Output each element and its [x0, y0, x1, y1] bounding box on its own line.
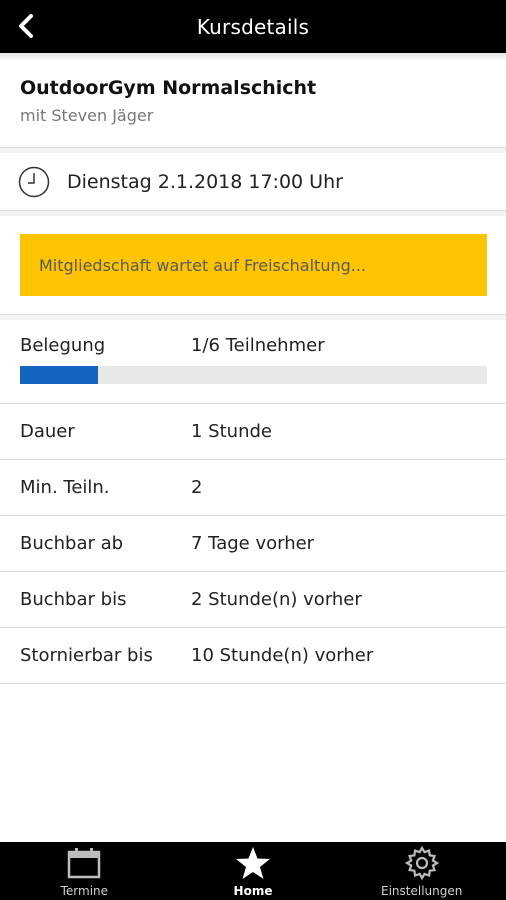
page-title: Kursdetails — [196, 14, 310, 39]
nav-label: Home — [233, 884, 273, 898]
detail-label: Dauer — [20, 421, 75, 442]
detail-value: 7 Tage vorher — [191, 533, 315, 554]
course-trainer: mit Steven Jäger — [20, 106, 154, 125]
detail-value: 10 Stunde(n) vorher — [191, 645, 374, 666]
detail-label: Min. Teiln. — [20, 477, 110, 498]
occupancy-value: 1/6 Teilnehmer — [191, 335, 325, 356]
detail-row-min-participants: Min. Teiln. 2 — [0, 460, 506, 516]
detail-row-bookable-until: Buchbar bis 2 Stunde(n) vorher — [0, 572, 506, 628]
nav-termine[interactable]: Termine — [0, 842, 169, 900]
nav-label: Termine — [60, 884, 109, 898]
detail-label: Stornierbar bis — [20, 645, 153, 666]
occupancy-progress-fill — [20, 366, 98, 384]
detail-value: 2 — [191, 477, 203, 498]
nav-home[interactable]: Home — [169, 842, 338, 900]
membership-pending-banner: Mitgliedschaft wartet auf Freischaltung.… — [20, 234, 487, 296]
star-icon — [236, 847, 270, 879]
gear-icon — [404, 846, 439, 880]
app-screen: Kursdetails OutdoorGym Normalschicht mit… — [0, 0, 506, 900]
occupancy-progress-bar — [20, 366, 487, 384]
clock-icon — [18, 166, 50, 197]
occupancy-section: Belegung 1/6 Teilnehmer — [0, 320, 506, 404]
nav-einstellungen[interactable]: Einstellungen — [337, 842, 506, 900]
detail-label: Buchbar bis — [20, 589, 127, 610]
bottom-navigation: Termine Home Einstellungen — [0, 842, 506, 900]
calendar-icon — [68, 848, 101, 879]
schedule-row: Dienstag 2.1.2018 17:00 Uhr — [0, 153, 506, 211]
notice-section: Mitgliedschaft wartet auf Freischaltung.… — [0, 216, 506, 315]
course-title: OutdoorGym Normalschicht — [20, 77, 317, 99]
back-button[interactable] — [6, 6, 46, 46]
chevron-left-icon — [19, 14, 33, 38]
detail-row-bookable-from: Buchbar ab 7 Tage vorher — [0, 516, 506, 572]
occupancy-label: Belegung — [20, 335, 106, 356]
detail-value: 2 Stunde(n) vorher — [191, 589, 362, 610]
detail-label: Buchbar ab — [20, 533, 124, 554]
top-app-bar: Kursdetails — [0, 0, 506, 53]
detail-row-cancellable-until: Stornierbar bis 10 Stunde(n) vorher — [0, 628, 506, 684]
nav-label: Einstellungen — [381, 884, 463, 898]
detail-value: 1 Stunde — [191, 421, 272, 442]
detail-row-dauer: Dauer 1 Stunde — [0, 404, 506, 460]
course-datetime: Dienstag 2.1.2018 17:00 Uhr — [67, 170, 343, 193]
course-header: OutdoorGym Normalschicht mit Steven Jäge… — [0, 59, 506, 148]
